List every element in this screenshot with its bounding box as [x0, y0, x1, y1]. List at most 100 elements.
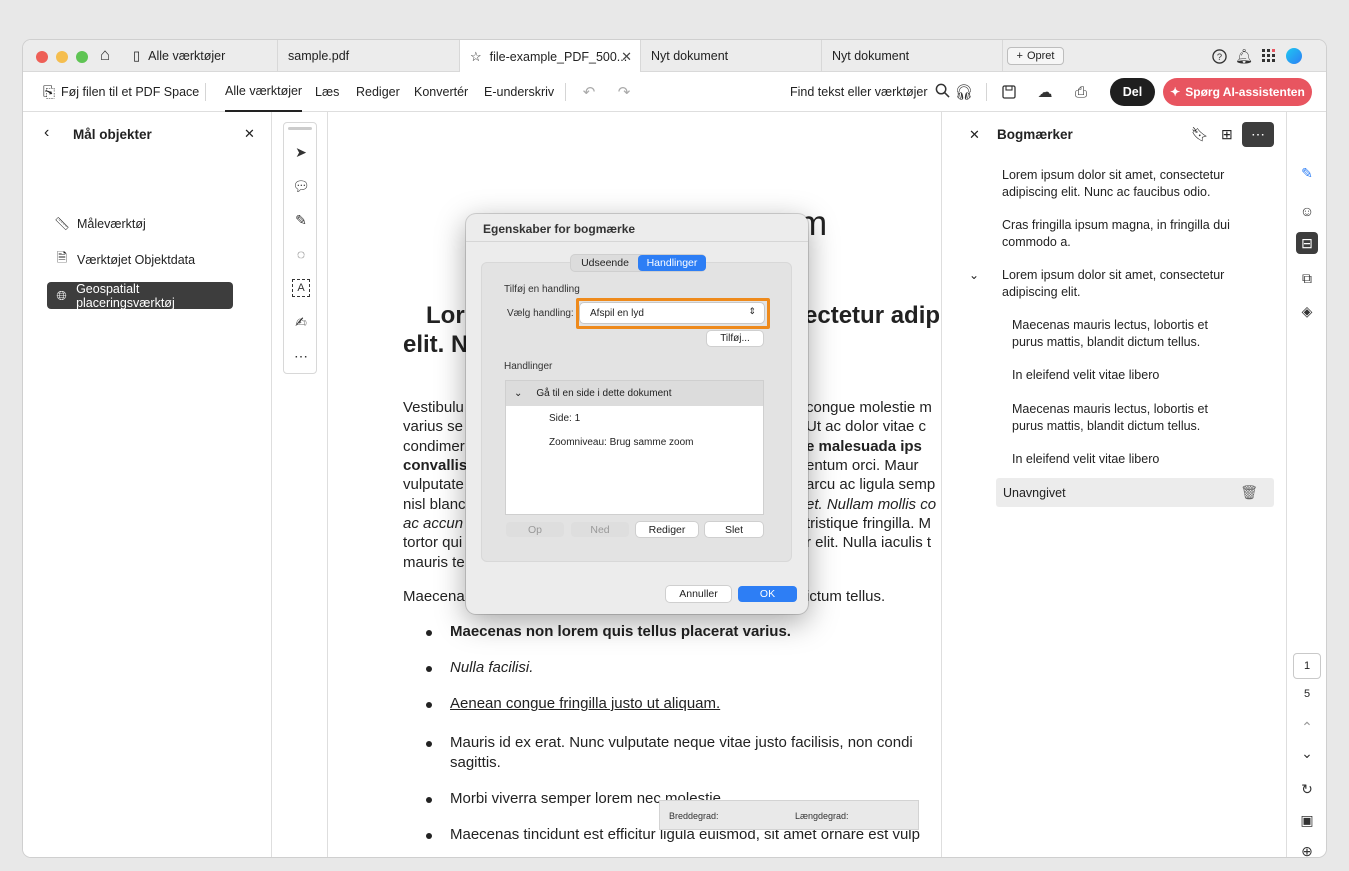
headphones-icon[interactable]: 🎧︎: [954, 83, 973, 101]
action-row[interactable]: ⌄ Gå til en side i dette dokument: [506, 381, 763, 406]
apps-grid-icon[interactable]: [1261, 48, 1277, 64]
home-icon[interactable]: ⌂: [97, 45, 113, 64]
tab-new-document[interactable]: Nyt dokument: [822, 40, 1003, 72]
ai-chat-icon: ✦: [1170, 85, 1181, 99]
bookmark-item[interactable]: Lorem ipsum dolor sit amet, consectetur …: [1002, 167, 1232, 200]
geospatial-tool-item[interactable]: 🌐︎ Geospatialt placeringsværktøj: [47, 282, 233, 310]
object-data-item[interactable]: 🗎 Værktøjet Objektdata: [47, 246, 195, 273]
ok-button[interactable]: OK: [738, 586, 797, 602]
menu-esign[interactable]: E-underskriv: [484, 72, 554, 112]
svg-text:?: ?: [1216, 51, 1221, 61]
bookmark-search-icon[interactable]: 🔖︎: [1191, 126, 1209, 143]
help-icon[interactable]: ?: [1211, 48, 1227, 64]
back-icon[interactable]: ‹: [44, 124, 49, 142]
doc-text: vulputate: [403, 476, 464, 493]
tab-bar: ⌂ ▯ Alle værktøjer sample.pdf ☆ file-exa…: [23, 40, 1326, 73]
share-button[interactable]: Del: [1110, 78, 1155, 106]
add-bookmark-icon[interactable]: ⊞: [1221, 126, 1233, 143]
bookmark-label: Unavngivet: [1003, 485, 1066, 500]
trash-icon[interactable]: 🗑︎: [1240, 484, 1258, 501]
edit-action-button[interactable]: Rediger: [636, 522, 698, 537]
total-pages: 5: [1303, 688, 1311, 700]
find-button[interactable]: Find tekst eller værktøjer: [790, 72, 950, 112]
action-select[interactable]: Afspil en lyd ⇕: [580, 303, 764, 323]
doc-text: arcu ac ligula semp: [806, 476, 936, 493]
lasso-icon[interactable]: ◌: [292, 245, 310, 263]
bookmark-item-selected[interactable]: Unavngivet 🗑︎: [996, 478, 1274, 507]
ai-edit-icon[interactable]: ✎: [1296, 162, 1318, 184]
close-icon[interactable]: ✕: [969, 127, 980, 143]
bookmark-child-item[interactable]: Maecenas mauris lectus, lobortis et puru…: [1012, 401, 1242, 434]
zoom-window-button[interactable]: [76, 51, 88, 63]
chevron-down-icon[interactable]: ⌄: [1296, 742, 1318, 764]
measure-tool-item[interactable]: 📏︎ Måleværktøj: [47, 210, 146, 237]
menu-all-tools[interactable]: Alle værktøjer: [225, 72, 303, 112]
fit-page-icon[interactable]: ▣: [1296, 809, 1318, 831]
bookmark-child-item[interactable]: Maecenas mauris lectus, lobortis et puru…: [1012, 317, 1242, 350]
ai-assistant-button[interactable]: ✦ Spørg AI-assistenten: [1163, 78, 1312, 106]
avatar[interactable]: [1286, 48, 1302, 64]
menu-read[interactable]: Læs: [315, 72, 339, 112]
menu-label: Rediger: [356, 85, 400, 99]
save-icon[interactable]: [1000, 83, 1018, 101]
bookmarks-icon[interactable]: ⊟: [1296, 232, 1318, 254]
bookmark-child-item[interactable]: In eleifend velit vitae libero: [1012, 367, 1242, 384]
tab-sample-pdf[interactable]: sample.pdf: [278, 40, 460, 72]
close-icon[interactable]: ✕: [244, 126, 255, 142]
updown-chevron-icon: ⇕: [748, 306, 756, 316]
drag-handle[interactable]: [288, 127, 312, 130]
move-down-button[interactable]: Ned: [571, 522, 629, 537]
longitude-label: Længdegrad:: [795, 811, 849, 821]
print-icon[interactable]: ⎙: [1072, 83, 1090, 101]
tab-actions[interactable]: Handlinger: [638, 255, 706, 271]
chevron-down-icon[interactable]: ⌄: [514, 388, 522, 399]
menu-edit[interactable]: Rediger: [356, 72, 400, 112]
bookmark-item[interactable]: Cras fringilla ipsum magna, in fringilla…: [1002, 217, 1232, 250]
more-icon[interactable]: ⋯: [292, 347, 310, 365]
more-options-button[interactable]: ⋯: [1242, 122, 1274, 147]
pages-icon[interactable]: ⧉: [1296, 267, 1318, 289]
sign-icon[interactable]: ✍︎: [292, 313, 310, 331]
highlight-pen-icon[interactable]: ✎: [292, 211, 310, 229]
button-label: OK: [759, 588, 776, 600]
add-action-label: Tilføj en handling: [504, 284, 580, 295]
cancel-button[interactable]: Annuller: [666, 586, 731, 602]
bell-icon[interactable]: 🔔︎: [1235, 48, 1253, 64]
redo-icon[interactable]: ↷: [615, 83, 633, 101]
close-window-button[interactable]: [36, 51, 48, 63]
zoom-in-icon[interactable]: ⊕: [1296, 840, 1318, 858]
rotate-icon[interactable]: ↻: [1296, 778, 1318, 800]
chevron-down-icon[interactable]: ⌄: [969, 268, 979, 282]
doc-link[interactable]: Aenean congue fringilla justo ut aliquam…: [450, 695, 720, 712]
actions-list: ⌄ Gå til en side i dette dokument Side: …: [505, 380, 764, 515]
comments-icon[interactable]: ☺︎: [1296, 200, 1318, 222]
delete-action-button[interactable]: Slet: [705, 522, 763, 537]
bookmark-child-item[interactable]: In eleifend velit vitae libero: [1012, 451, 1242, 468]
tab-all-tools[interactable]: ▯ Alle værktøjer: [123, 40, 278, 72]
tab-appearance[interactable]: Udseende: [573, 255, 637, 271]
right-rail: ✎ ☺︎ ⊟ ⧉ ◈ 1 5 ⌃ ⌄ ↻ ▣ ⊕ ⊖: [1286, 112, 1326, 857]
bullet-dot: [426, 630, 432, 636]
page-number-input[interactable]: 1: [1293, 653, 1321, 679]
add-action-button[interactable]: Tilføj...: [707, 331, 763, 346]
doc-text: entum orci. Maur: [806, 457, 919, 474]
undo-icon[interactable]: ↶: [580, 83, 598, 101]
create-button[interactable]: + Opret: [1007, 47, 1064, 65]
close-icon[interactable]: ✕: [621, 49, 632, 65]
select-arrow-icon[interactable]: ➤: [292, 143, 310, 161]
bookmark-item[interactable]: Lorem ipsum dolor sit amet, consectetur …: [1002, 267, 1232, 300]
add-to-pdf-space-button[interactable]: ⎘ Føj filen til et PDF Space: [43, 72, 199, 112]
search-icon: [935, 83, 950, 101]
tab-file-example[interactable]: ☆ file-example_PDF_500... ✕: [460, 40, 641, 73]
move-up-button[interactable]: Op: [506, 522, 564, 537]
minimize-window-button[interactable]: [56, 51, 68, 63]
upload-cloud-icon[interactable]: ☁︎: [1036, 83, 1054, 101]
layers-icon[interactable]: ◈: [1296, 300, 1318, 322]
doc-bullet-text: Nulla facilisi.: [450, 659, 534, 676]
menu-convert[interactable]: Konvertér: [414, 72, 468, 112]
star-icon[interactable]: ☆: [470, 49, 482, 65]
tab-new-document[interactable]: Nyt dokument: [641, 40, 822, 72]
text-select-icon[interactable]: A: [292, 279, 310, 297]
chevron-up-icon[interactable]: ⌃: [1296, 716, 1318, 738]
comment-icon[interactable]: 💬︎: [292, 177, 310, 195]
